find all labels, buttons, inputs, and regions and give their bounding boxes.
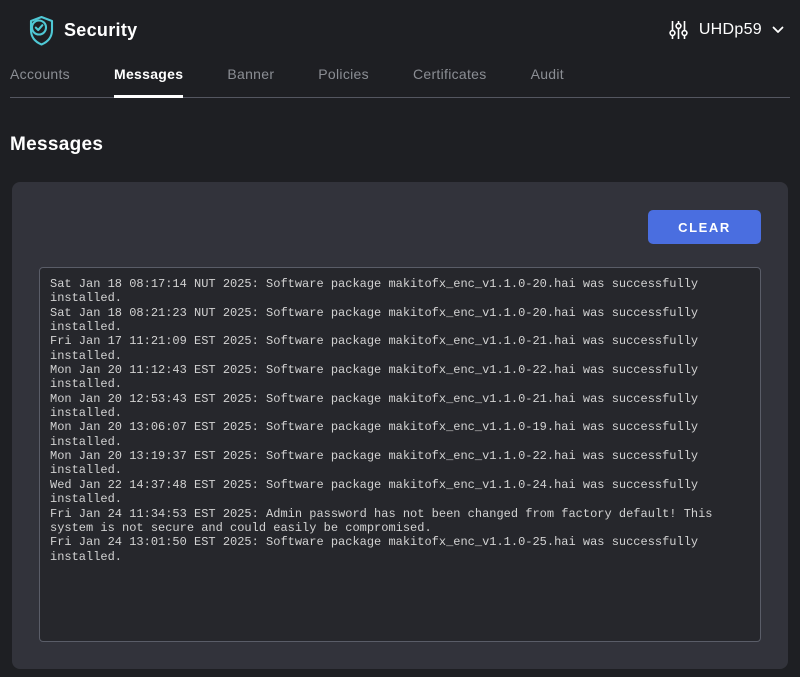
tab-policies[interactable]: Policies bbox=[318, 60, 369, 98]
app-header: Security UHDp59 bbox=[0, 0, 800, 60]
tab-accounts[interactable]: Accounts bbox=[10, 60, 70, 98]
chevron-down-icon[interactable] bbox=[772, 26, 784, 34]
device-name[interactable]: UHDp59 bbox=[699, 21, 762, 39]
page-title: Messages bbox=[10, 134, 800, 156]
security-tab-bar: Accounts Messages Banner Policies Certif… bbox=[10, 60, 790, 98]
messages-panel: CLEAR Sat Jan 18 08:17:14 NUT 2025: Soft… bbox=[12, 182, 788, 669]
clear-button[interactable]: CLEAR bbox=[648, 210, 761, 244]
device-selector[interactable]: UHDp59 bbox=[668, 19, 784, 41]
app-title: Security bbox=[64, 20, 137, 41]
app-header-left: Security bbox=[28, 15, 137, 46]
tab-certificates[interactable]: Certificates bbox=[413, 60, 487, 98]
tab-banner[interactable]: Banner bbox=[227, 60, 274, 98]
tab-audit[interactable]: Audit bbox=[531, 60, 564, 98]
message-log[interactable]: Sat Jan 18 08:17:14 NUT 2025: Software p… bbox=[39, 267, 761, 642]
messages-toolbar: CLEAR bbox=[39, 210, 761, 244]
sliders-icon bbox=[668, 19, 689, 41]
tab-messages[interactable]: Messages bbox=[114, 60, 183, 98]
shield-check-icon bbox=[28, 15, 55, 46]
